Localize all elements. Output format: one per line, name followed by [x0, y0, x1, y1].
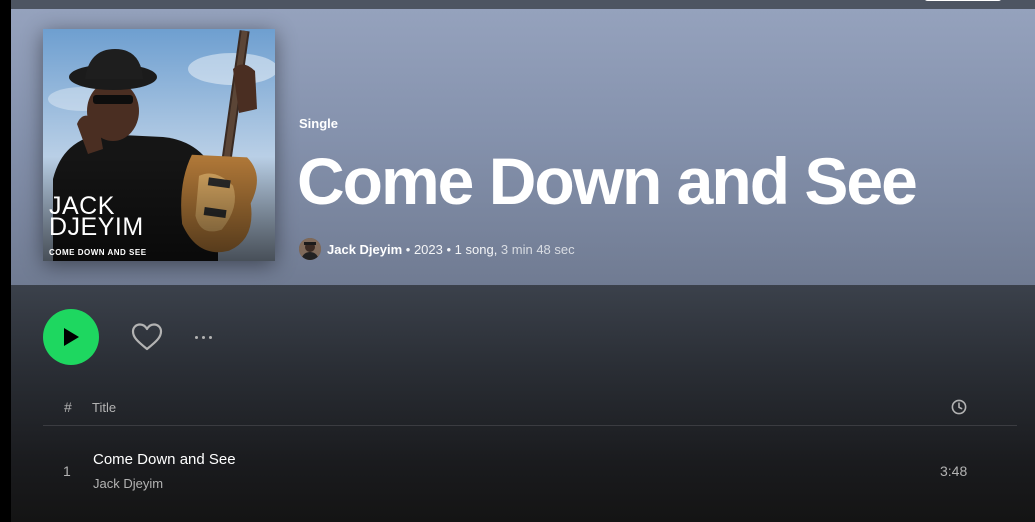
- more-icon: [194, 335, 198, 339]
- window-edge: [0, 0, 11, 522]
- tracklist-section: # Title 1 Come Down and See Jack Djeyim …: [11, 285, 1035, 522]
- album-meta: Jack Djeyim • 2023 • 1 song, 3 min 48 se…: [299, 237, 575, 261]
- more-options-button[interactable]: [189, 323, 217, 351]
- track-artist[interactable]: Jack Djeyim: [93, 476, 163, 491]
- release-year: 2023: [413, 241, 443, 257]
- top-bar-button[interactable]: [924, 0, 1002, 1]
- artist-link[interactable]: Jack Djeyim: [327, 242, 402, 257]
- cover-album-name: COME DOWN AND SEE: [49, 248, 147, 257]
- track-row[interactable]: 1 Come Down and See Jack Djeyim 3:48: [43, 441, 1017, 501]
- top-bar: [11, 0, 1035, 9]
- cover-artist-name: JACK DJEYIM: [49, 192, 144, 241]
- header-number: #: [64, 399, 72, 415]
- play-icon: [64, 328, 79, 346]
- heart-icon: [131, 323, 163, 351]
- meta-separator: •: [442, 241, 455, 257]
- track-number: 1: [63, 463, 71, 479]
- track-title[interactable]: Come Down and See: [93, 451, 236, 468]
- track-duration: 3:48: [940, 463, 968, 479]
- play-button[interactable]: [43, 309, 99, 365]
- header-title: Title: [92, 400, 117, 415]
- album-type-label: Single: [299, 116, 339, 131]
- album-title: Come Down and See: [297, 144, 918, 218]
- artist-avatar[interactable]: [299, 238, 321, 260]
- meta-separator: •: [402, 241, 414, 257]
- clock-icon: [951, 399, 967, 418]
- total-duration: 3 min 48 sec: [497, 241, 575, 257]
- album-cover: JACK DJEYIM COME DOWN AND SEE: [43, 29, 275, 261]
- tracklist-header: # Title: [43, 395, 1017, 426]
- album-header: JACK DJEYIM COME DOWN AND SEE Single Com…: [11, 9, 1035, 285]
- song-count: 1 song,: [454, 241, 498, 257]
- like-button[interactable]: [129, 319, 165, 355]
